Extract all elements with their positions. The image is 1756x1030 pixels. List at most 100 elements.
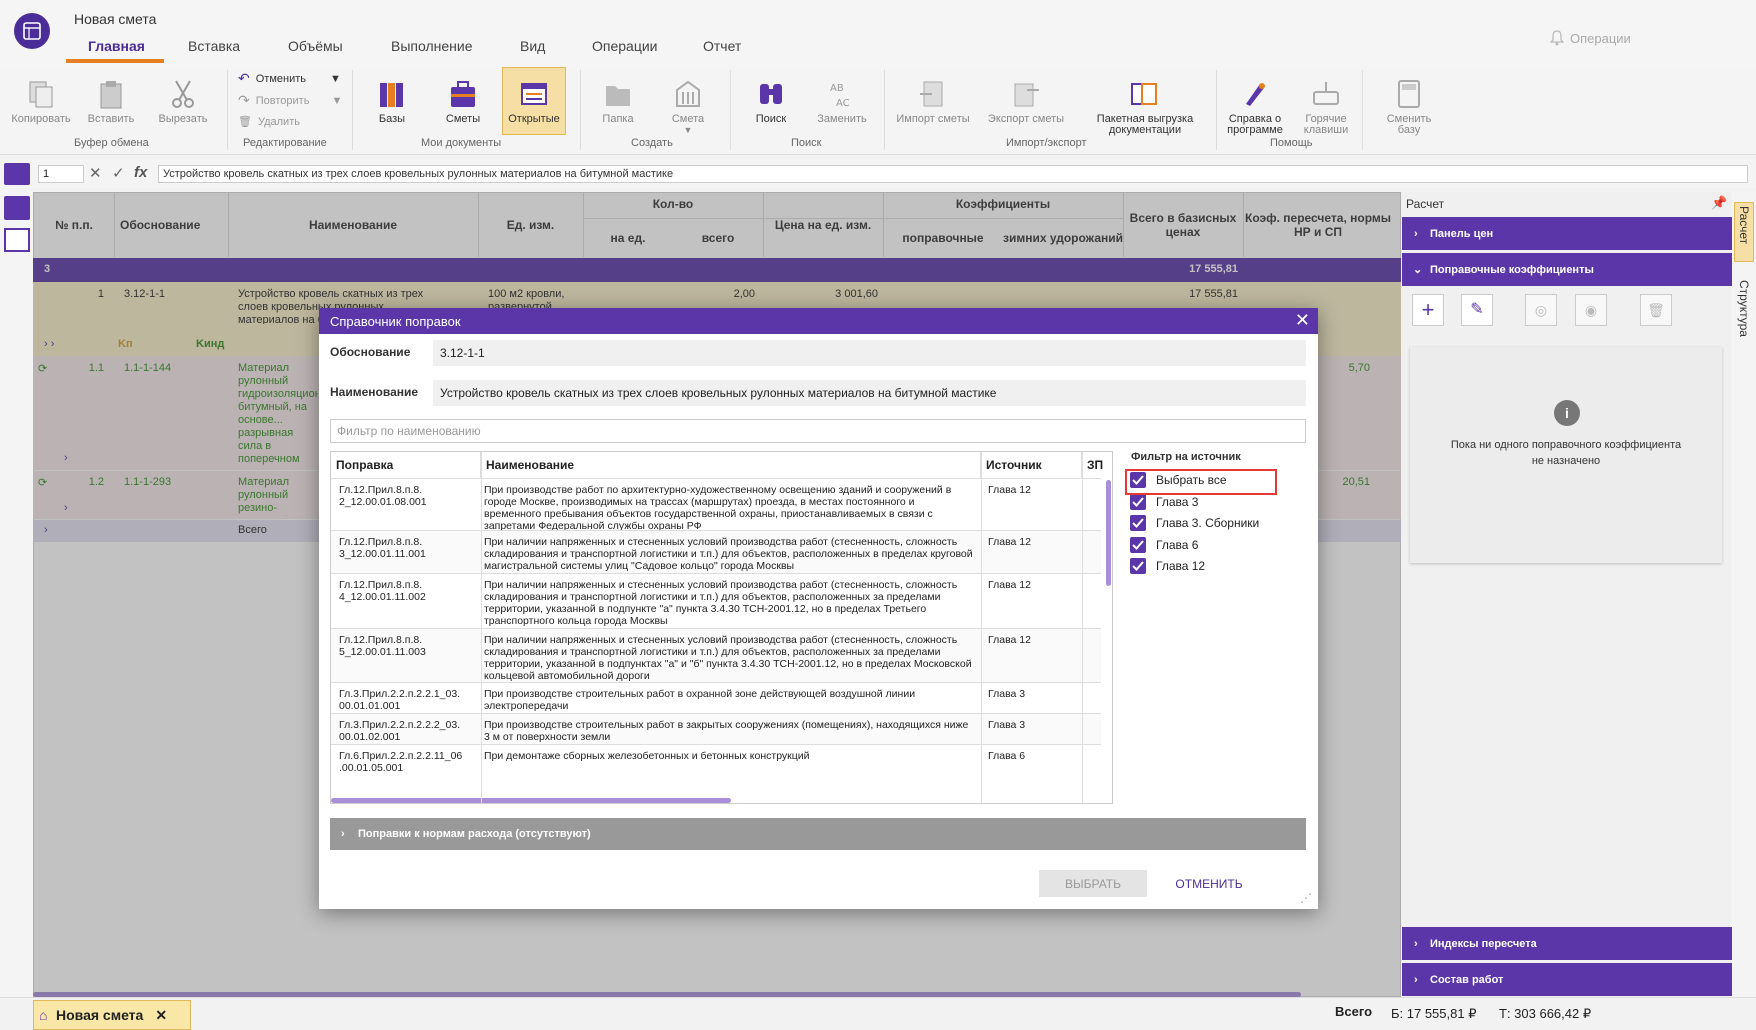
export-button[interactable]: Экспорт сметы [978,78,1074,125]
folder-label: Папка [602,113,634,125]
table-row[interactable]: Гл.6.Прил.2.2.п.2.2.11_06 .00.01.05.001 П… [331,744,1101,774]
folder-button[interactable]: Папка [588,78,648,125]
formula-input[interactable]: Устройство кровель скатных из трех слоев… [158,165,1748,183]
cancel-button[interactable]: ОТМЕНИТЬ [1159,870,1259,897]
estimate-label: Смета [671,113,705,125]
copy-label: Копировать [11,113,71,125]
select-button[interactable]: ВЫБРАТЬ [1039,870,1147,897]
chevron-right-icon: › [1414,973,1418,986]
works-header[interactable]: › Состав работ [1402,963,1732,996]
correction-name: При производстве строительных работ в ох… [484,688,916,712]
checkbox-checked-icon[interactable] [1130,515,1146,531]
undo-button[interactable]: ↶ Отменить ▼ [238,70,341,87]
checkbox-checked-icon[interactable] [1130,558,1146,574]
checkbox-checked-icon[interactable] [1130,493,1146,510]
empty-state-text-2: не назначено [1531,455,1601,467]
cancel-edit-icon[interactable]: ✕ [89,164,102,182]
tab-report[interactable]: Отчет [703,38,741,54]
ribbon-divider [884,70,885,150]
tab-main[interactable]: Главная [88,38,145,54]
import-button[interactable]: Импорт сметы [892,78,974,125]
delete-button[interactable]: 🗑 Удалить [238,115,300,129]
import-icon [920,81,943,107]
tab-view[interactable]: Вид [520,38,545,54]
table-row[interactable]: Гл.12.Прил.8.п.8. 3_12.00.01.11.001 При н… [331,530,1101,573]
source-checkbox[interactable]: Глава 6 [1130,536,1198,553]
estimate-button[interactable]: Смета ▼ [658,78,718,136]
tab-volumes[interactable]: Объёмы [288,38,343,54]
corrections-dialog: Справочник поправок ✕ Обоснование 3.12-1… [319,308,1318,909]
col-salary[interactable]: ЗП [1082,452,1112,478]
hide-icon[interactable]: ◎ [1525,294,1557,326]
batch-export-icon [1131,83,1157,105]
app-logo-icon[interactable] [14,13,50,49]
col-source[interactable]: Источник [981,452,1082,478]
base-label: Обоснование [330,345,411,359]
indexes-header[interactable]: › Индексы пересчета [1402,927,1732,960]
correction-name: При производстве работ по архитектурно-х… [484,484,952,532]
hotkeys-button[interactable]: Горячие клавиши [1296,78,1356,136]
pin-icon[interactable]: 📌 [1711,195,1727,211]
confirm-edit-icon[interactable]: ✓ [112,164,125,182]
document-tab[interactable]: ⌂ Новая смета ✕ [33,1000,191,1030]
table-row[interactable]: Гл.12.Прил.8.п.8. 4_12.00.01.11.002 При н… [331,573,1101,628]
operations-button[interactable]: Операции [1550,30,1631,46]
horizontal-scrollbar[interactable] [331,798,731,803]
add-coef-button[interactable]: + [1412,294,1444,326]
tab-structure[interactable]: Структура [1737,280,1751,337]
close-icon[interactable]: ✕ [1295,311,1310,329]
table-row[interactable]: Гл.12.Прил.8.п.8. 2_12.00.01.08.001 При п… [331,478,1101,532]
tree-view-icon[interactable] [4,196,30,220]
table-row[interactable]: Гл.3.Прил.2.2.п.2.2.2_03. 00.01.02.001 Пр… [331,713,1101,744]
tab-insert[interactable]: Вставка [188,38,240,54]
col-correction[interactable]: Поправка [331,452,481,478]
chevron-down-icon: ▼ [330,72,341,85]
empty-state-text: Пока ни одного поправочного коэффициента [1450,439,1682,451]
source-checkbox[interactable]: Глава 3 [1130,493,1199,510]
batch-export-button[interactable]: Пакетная выгрузка документации [1085,78,1205,136]
export-label: Экспорт сметы [987,113,1065,125]
close-icon[interactable]: ✕ [155,1007,167,1024]
function-icon[interactable]: fx [134,164,147,181]
resize-grip-icon[interactable]: ⋰ [1300,891,1312,905]
price-panel-header[interactable]: › Панель цен [1402,217,1732,250]
name-field[interactable]: Устройство кровель скатных из трех слоев… [433,380,1306,406]
status-current-total: Т: 303 666,42 ₽ [1499,1006,1592,1021]
cut-button[interactable]: Вырезать [150,78,216,125]
base-field[interactable]: 3.12-1-1 [433,340,1306,366]
checkbox-checked-icon[interactable] [1130,536,1146,553]
trash-icon[interactable]: 🗑 [1640,294,1672,326]
table-view-icon[interactable] [4,228,30,252]
copy-button[interactable]: Копировать [8,78,74,125]
source-checkbox-label: Глава 3 [1156,494,1199,509]
group-import-export: Импорт/экспорт [1006,137,1087,149]
source-checkbox[interactable]: Глава 12 [1130,558,1205,574]
table-row[interactable]: Гл.12.Прил.8.п.8. 5_12.00.01.11.003 При н… [331,628,1101,682]
estimates-button[interactable]: Сметы [432,78,494,125]
paste-button[interactable]: Вставить [80,78,142,125]
wand-icon[interactable]: ✎ [1461,294,1493,326]
source-checkbox[interactable]: Глава 3. Сборники [1130,515,1259,531]
replace-button[interactable]: AB AC Заменить [811,78,873,125]
correction-source: Глава 6 [988,750,1026,762]
redo-button[interactable]: ↷ Повторить ▼ [238,92,342,109]
cell-address-input[interactable]: 1 [38,165,84,183]
folder-icon [606,86,630,106]
tab-operations[interactable]: Операции [592,38,658,54]
change-base-label-2: базу [1397,124,1421,136]
change-base-button[interactable]: Сменить базу [1378,78,1440,136]
table-row[interactable]: Гл.3.Прил.2.2.п.2.2.1_03. 00.01.01.001 Пр… [331,682,1101,713]
vertical-scrollbar[interactable] [1106,480,1111,586]
name-filter-input[interactable]: Фильтр по наименованию [330,419,1306,443]
corr-coef-header[interactable]: ⌄ Поправочные коэффициенты [1402,253,1732,286]
cut-label: Вырезать [158,113,208,125]
norms-collapse-bar[interactable]: › Поправки к нормам расхода (отсутствуют) [330,818,1306,850]
eye-icon[interactable]: ◉ [1575,294,1607,326]
col-name[interactable]: Наименование [481,452,981,478]
tab-execution[interactable]: Выполнение [391,38,472,54]
grid-toggle-icon[interactable] [4,163,30,185]
bases-button[interactable]: Базы [362,78,422,125]
opened-button[interactable]: Открытые [502,67,566,135]
search-button[interactable]: Поиск [741,78,801,125]
about-button[interactable]: Справка о программе [1222,78,1288,136]
